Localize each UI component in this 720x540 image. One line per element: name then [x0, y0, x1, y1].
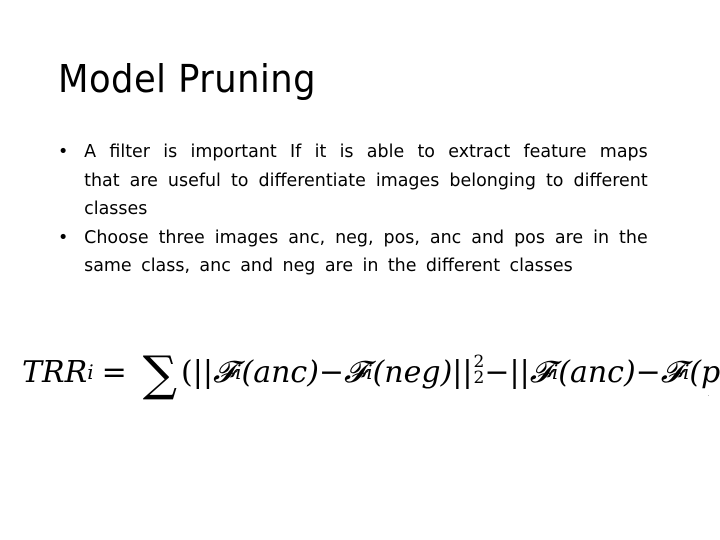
slide-title: Model Pruning — [58, 57, 317, 101]
formula-equals: = — [101, 354, 127, 390]
artifact-dot — [708, 395, 709, 396]
formula-minus: − — [484, 354, 510, 390]
bullet-item: • A filter is important If it is able to… — [56, 138, 648, 224]
bullet-marker: • — [57, 226, 69, 248]
feature-map-symbol: 𝓕 — [344, 354, 367, 390]
formula-anc: (anc) — [241, 354, 319, 390]
norm-exponent: 2 2 — [473, 354, 485, 388]
summation-symbol: ∑ — [142, 346, 177, 402]
feature-map-symbol: 𝓕 — [660, 354, 683, 390]
norm-bars: || — [452, 354, 473, 390]
norm-subscript: 2 — [473, 368, 485, 388]
feature-map-symbol: 𝓕 — [529, 354, 552, 390]
formula-lhs-subscript: i — [87, 360, 94, 384]
bullet-list: • A filter is important If it is able to… — [56, 138, 666, 281]
feature-map-symbol: 𝓕 — [212, 354, 236, 390]
bullet-marker: • — [57, 141, 69, 162]
bullet-text: A filter is important If it is able to e… — [84, 141, 648, 219]
formula-pos: (pos) — [689, 354, 720, 390]
formula-anc: (anc) — [558, 354, 636, 390]
formula-minus: − — [318, 354, 345, 390]
formula-minus: − — [635, 354, 661, 390]
trr-formula: TRR i = ∑ ( || 𝓕i (anc) − 𝓕i (neg) || 2 2… — [22, 337, 720, 407]
norm-bars: || — [192, 354, 213, 390]
formula-lhs: TRR — [22, 354, 88, 390]
bullet-text: Choose three images anc, neg, pos, anc a… — [84, 226, 648, 277]
formula-neg: (neg) — [372, 354, 453, 390]
norm-bars: || — [509, 354, 530, 390]
formula-open-paren: ( — [181, 354, 193, 390]
bullet-item: • Choose three images anc, neg, pos, anc… — [56, 224, 648, 281]
